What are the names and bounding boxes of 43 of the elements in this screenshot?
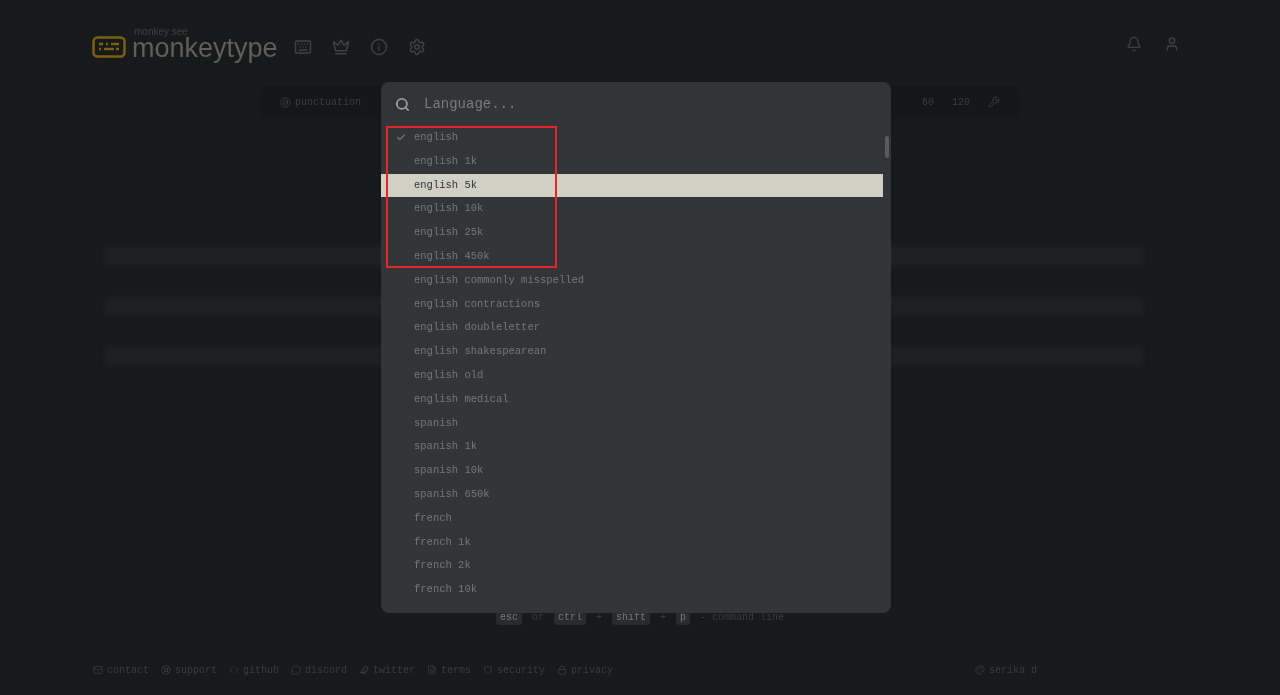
language-option[interactable]: english bbox=[381, 126, 883, 150]
keyboard-icon[interactable] bbox=[293, 38, 312, 56]
info-icon[interactable] bbox=[369, 38, 388, 56]
tools-icon[interactable] bbox=[988, 96, 1000, 108]
language-option[interactable]: english 1k bbox=[381, 149, 883, 174]
notification-icon[interactable] bbox=[1126, 36, 1142, 52]
logo-wordmark: monkeytype bbox=[132, 34, 278, 62]
language-option[interactable]: spanish bbox=[381, 411, 883, 436]
plus-sign: + bbox=[660, 611, 667, 625]
language-option[interactable]: english old bbox=[381, 363, 883, 388]
language-option[interactable]: english 450k bbox=[381, 245, 883, 269]
code-icon bbox=[229, 665, 240, 675]
language-option[interactable]: french 2k bbox=[381, 554, 883, 579]
language-option[interactable]: english contractions bbox=[381, 292, 883, 317]
language-option[interactable]: english 10k bbox=[381, 197, 883, 222]
language-option[interactable]: english medical bbox=[381, 387, 883, 412]
language-option[interactable]: english doubleletter bbox=[381, 316, 883, 341]
search-icon bbox=[395, 96, 410, 112]
language-option[interactable]: spanish 650k bbox=[381, 482, 883, 507]
settings-icon[interactable] bbox=[407, 38, 426, 56]
lock-icon bbox=[557, 665, 568, 675]
language-option[interactable]: english commonly misspelled bbox=[381, 268, 883, 293]
language-option[interactable]: english 5k bbox=[381, 173, 883, 198]
language-option[interactable]: spanish 10k bbox=[381, 459, 883, 483]
at-sign-icon bbox=[280, 96, 291, 108]
language-option[interactable]: french 1k bbox=[381, 530, 883, 555]
account-icon[interactable] bbox=[1164, 36, 1180, 52]
logo-icon bbox=[92, 36, 126, 58]
language-option[interactable]: english shakespearean bbox=[381, 340, 883, 364]
plus-sign: + bbox=[596, 611, 602, 625]
document-icon bbox=[427, 665, 438, 675]
shield-icon bbox=[483, 665, 494, 675]
language-option[interactable]: french 10k bbox=[381, 578, 883, 602]
crown-icon[interactable] bbox=[331, 38, 350, 56]
mail-icon bbox=[93, 665, 103, 675]
language-option[interactable]: french bbox=[381, 506, 883, 531]
language-option[interactable]: spanish 1k bbox=[381, 435, 883, 460]
lifebuoy-icon bbox=[161, 665, 171, 675]
palette-icon bbox=[975, 665, 985, 675]
chat-bubble-icon bbox=[291, 665, 302, 675]
bird-icon bbox=[359, 665, 370, 675]
search-field[interactable]: Language... bbox=[424, 93, 877, 115]
language-option[interactable]: english 25k bbox=[381, 221, 883, 245]
